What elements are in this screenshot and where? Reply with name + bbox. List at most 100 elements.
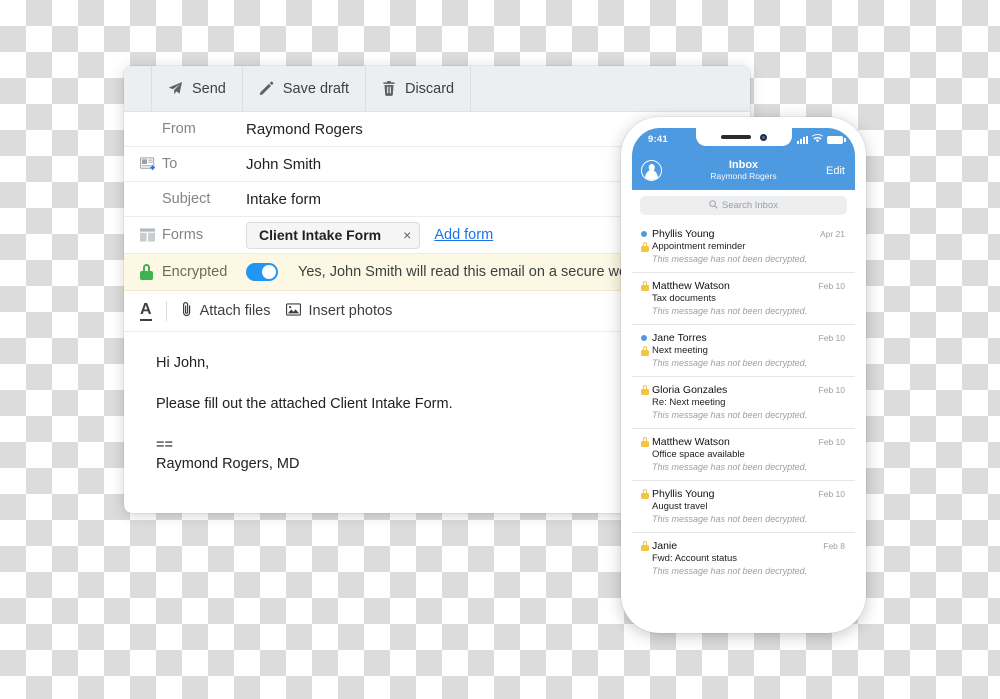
message-subject-line: Next meeting xyxy=(641,345,845,356)
search-icon xyxy=(709,199,718,212)
image-icon xyxy=(286,302,302,320)
message-sender: Phyllis Young xyxy=(652,228,715,240)
message-header-line: Phyllis Young Apr 21 xyxy=(641,228,845,240)
save-draft-button-label: Save draft xyxy=(282,80,349,97)
search-input[interactable]: Search Inbox xyxy=(640,196,847,215)
message-date: Feb 8 xyxy=(823,541,845,551)
message-sender: Matthew Watson xyxy=(652,436,730,448)
message-header-line: Matthew Watson Feb 10 xyxy=(641,280,845,292)
unread-dot xyxy=(641,231,647,237)
send-button[interactable]: Send xyxy=(152,66,243,111)
message-subject: Tax documents xyxy=(652,293,716,304)
trash-icon xyxy=(382,81,396,96)
message-subject-line: Office space available xyxy=(652,449,845,460)
message-date: Apr 21 xyxy=(819,229,845,239)
message-sender: Janie xyxy=(652,540,678,552)
message-subject-line: August travel xyxy=(652,501,845,512)
paperclip-icon xyxy=(181,301,193,321)
from-value[interactable]: Raymond Rogers xyxy=(246,121,363,138)
search-placeholder: Search Inbox xyxy=(722,200,778,211)
form-chip[interactable]: Client Intake Form × xyxy=(246,221,421,249)
inbox-message-item[interactable]: Janie Feb 8 Fwd: Account status This messag… xyxy=(632,533,855,584)
message-subject-line: Re: Next meeting xyxy=(652,397,845,408)
search-bar-wrapper: Search Inbox xyxy=(632,190,855,221)
lock-icon xyxy=(641,345,649,356)
lock-icon xyxy=(641,241,649,252)
toolbar-divider xyxy=(165,301,167,321)
message-date: Feb 10 xyxy=(818,333,845,343)
nav-title-block: Inbox Raymond Rogers xyxy=(632,159,855,181)
inbox-message-item[interactable]: Matthew Watson Feb 10 Office space availab… xyxy=(632,429,855,481)
inbox-message-item[interactable]: Matthew Watson Feb 10 Tax documents This me… xyxy=(632,273,855,325)
message-date: Feb 10 xyxy=(818,437,845,447)
message-sender: Jane Torres xyxy=(652,332,707,344)
form-chip-label: Client Intake Form xyxy=(259,227,382,243)
paper-plane-icon xyxy=(168,81,183,96)
send-button-label: Send xyxy=(192,80,226,97)
inbox-message-item[interactable]: Jane Torres Feb 10 Next meeting This messag… xyxy=(632,325,855,377)
discard-button[interactable]: Discard xyxy=(366,66,472,111)
speaker-grille-icon xyxy=(720,135,751,139)
lock-icon xyxy=(641,489,649,499)
form-chip-remove-icon[interactable]: × xyxy=(403,228,411,242)
form-icon xyxy=(140,228,162,242)
message-date: Feb 10 xyxy=(818,281,845,291)
subject-label: Subject xyxy=(162,191,211,207)
insert-photos-label: Insert photos xyxy=(308,303,393,319)
message-snippet: This message has not been decrypted. xyxy=(652,462,808,472)
phone-nav-bar: Inbox Raymond Rogers Edit xyxy=(632,151,855,190)
toolbar-tail xyxy=(471,66,750,111)
inbox-account-name: Raymond Rogers xyxy=(710,170,777,181)
phone-status-bar: 9:41 xyxy=(632,128,855,151)
inbox-message-item[interactable]: Gloria Gonzales Feb 10 Re: Next meeting Thi… xyxy=(632,377,855,429)
message-snippet: This message has not been decrypted. xyxy=(652,410,808,420)
message-header-line: Janie Feb 8 xyxy=(641,540,845,552)
message-subject-line: Appointment reminder xyxy=(641,241,845,252)
front-camera-icon xyxy=(759,133,767,141)
inbox-message-item[interactable]: Phyllis Young Feb 10 August travel This mes… xyxy=(632,481,855,533)
message-sender: Matthew Watson xyxy=(652,280,730,292)
format-text-button[interactable]: A xyxy=(140,301,152,321)
from-label: From xyxy=(162,121,196,137)
inbox-message-list: Phyllis Young Apr 21 Appointment reminder T… xyxy=(632,221,855,584)
inbox-title: Inbox xyxy=(728,159,759,172)
encryption-message: Yes, John Smith will read this email on … xyxy=(298,264,676,280)
compose-toolbar: Send Save draft Discard xyxy=(124,66,750,112)
attach-files-button[interactable]: Attach files xyxy=(181,301,270,321)
green-lock-icon xyxy=(140,264,162,280)
subject-value[interactable]: Intake form xyxy=(246,191,321,208)
message-date: Feb 10 xyxy=(818,489,845,499)
encrypted-label: Encrypted xyxy=(162,264,228,280)
save-draft-button[interactable]: Save draft xyxy=(243,66,366,111)
inbox-message-item[interactable]: Phyllis Young Apr 21 Appointment reminder T… xyxy=(632,221,855,273)
message-sender: Phyllis Young xyxy=(652,488,715,500)
message-snippet: This message has not been decrypted. xyxy=(652,306,808,316)
forms-label: Forms xyxy=(162,227,204,243)
status-indicators xyxy=(797,133,846,146)
message-header-line: Jane Torres Feb 10 xyxy=(641,332,845,344)
add-contact-icon[interactable] xyxy=(140,157,162,171)
to-value[interactable]: John Smith xyxy=(246,156,321,173)
lock-icon xyxy=(641,437,649,447)
battery-icon xyxy=(827,135,846,144)
phone-notch xyxy=(695,128,792,146)
encryption-toggle[interactable] xyxy=(246,263,278,281)
unread-dot xyxy=(641,335,647,341)
message-subject-line: Fwd: Account status xyxy=(652,553,845,564)
phone-screen: 9:41 Inbox Raymond Rogers Edit Search In… xyxy=(632,128,855,622)
add-form-link[interactable]: Add form xyxy=(434,227,493,243)
message-subject: Appointment reminder xyxy=(652,241,746,252)
screenshot-stage: Send Save draft Discard From Raymond Rog… xyxy=(0,0,1000,699)
wifi-icon xyxy=(812,133,823,146)
lock-icon xyxy=(641,281,649,291)
message-header-line: Gloria Gonzales Feb 10 xyxy=(641,384,845,396)
message-subject: August travel xyxy=(652,501,708,512)
edit-button[interactable]: Edit xyxy=(826,165,845,177)
insert-photos-button[interactable]: Insert photos xyxy=(286,302,393,320)
message-snippet: This message has not been decrypted. xyxy=(652,514,808,524)
message-subject: Fwd: Account status xyxy=(652,553,738,564)
account-avatar-icon[interactable] xyxy=(641,160,662,181)
message-sender: Gloria Gonzales xyxy=(652,384,728,396)
signal-bars-icon xyxy=(797,135,808,144)
message-date: Feb 10 xyxy=(818,385,845,395)
